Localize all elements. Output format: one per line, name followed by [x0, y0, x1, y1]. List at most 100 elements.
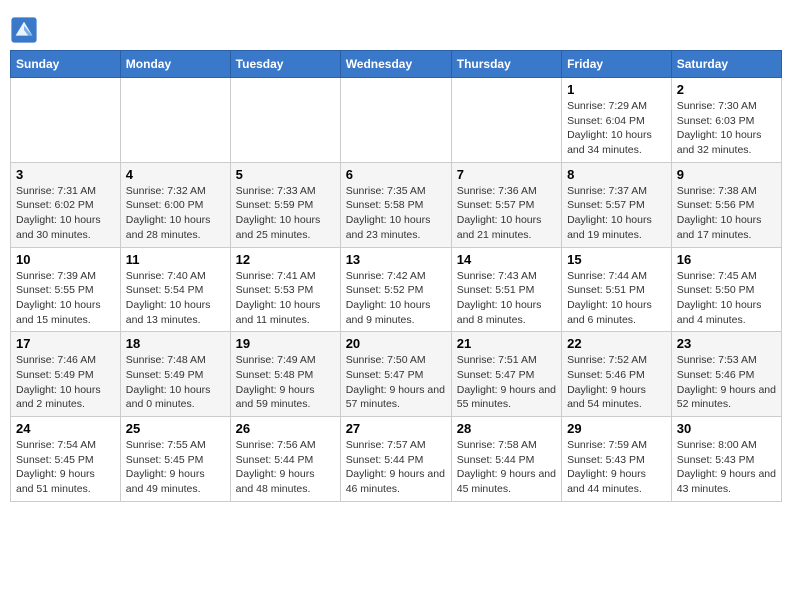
day-cell: 19 Sunrise: 7:49 AM Sunset: 5:48 PM Dayli…: [230, 332, 340, 417]
day-number: 14: [457, 252, 556, 267]
day-cell: 2Sunrise: 7:30 AM Sunset: 6:03 PM Daylig…: [671, 78, 781, 163]
day-info: Sunrise: 7:30 AM Sunset: 6:03 PM Dayligh…: [677, 99, 776, 158]
day-cell: 22Sunrise: 7:52 AM Sunset: 5:46 PM Dayli…: [562, 332, 672, 417]
day-number: 12: [236, 252, 335, 267]
week-row-5: 24 Sunrise: 7:54 AM Sunset: 5:45 PM Dayli…: [11, 417, 782, 502]
day-header-saturday: Saturday: [671, 51, 781, 78]
day-cell: [340, 78, 451, 163]
day-info: Sunrise: 7:51 AM Sunset: 5:47 PM Dayligh…: [457, 353, 556, 412]
day-info: Sunrise: 7:55 AM Sunset: 5:45 PM Dayligh…: [126, 438, 225, 497]
day-info: Sunrise: 7:39 AM Sunset: 5:55 PM Dayligh…: [16, 269, 115, 328]
day-number: 28: [457, 421, 556, 436]
calendar-table: SundayMondayTuesdayWednesdayThursdayFrid…: [10, 50, 782, 502]
day-cell: 9Sunrise: 7:38 AM Sunset: 5:56 PM Daylig…: [671, 162, 781, 247]
day-info: Sunrise: 8:00 AM Sunset: 5:43 PM Dayligh…: [677, 438, 776, 497]
day-header-friday: Friday: [562, 51, 672, 78]
day-cell: 21 Sunrise: 7:51 AM Sunset: 5:47 PM Dayli…: [451, 332, 561, 417]
day-info: Sunrise: 7:32 AM Sunset: 6:00 PM Dayligh…: [126, 184, 225, 243]
day-cell: 27Sunrise: 7:57 AM Sunset: 5:44 PM Dayli…: [340, 417, 451, 502]
day-number: 11: [126, 252, 225, 267]
day-cell: 25 Sunrise: 7:55 AM Sunset: 5:45 PM Dayli…: [120, 417, 230, 502]
day-cell: [11, 78, 121, 163]
day-cell: 5 Sunrise: 7:33 AM Sunset: 5:59 PM Daylig…: [230, 162, 340, 247]
day-number: 6: [346, 167, 446, 182]
day-info: Sunrise: 7:50 AM Sunset: 5:47 PM Dayligh…: [346, 353, 446, 412]
day-number: 21: [457, 336, 556, 351]
day-number: 24: [16, 421, 115, 436]
day-number: 20: [346, 336, 446, 351]
day-info: Sunrise: 7:37 AM Sunset: 5:57 PM Dayligh…: [567, 184, 666, 243]
day-cell: 6 Sunrise: 7:35 AM Sunset: 5:58 PM Daylig…: [340, 162, 451, 247]
day-number: 13: [346, 252, 446, 267]
day-info: Sunrise: 7:48 AM Sunset: 5:49 PM Dayligh…: [126, 353, 225, 412]
day-info: Sunrise: 7:59 AM Sunset: 5:43 PM Dayligh…: [567, 438, 666, 497]
day-cell: 13Sunrise: 7:42 AM Sunset: 5:52 PM Dayli…: [340, 247, 451, 332]
day-header-thursday: Thursday: [451, 51, 561, 78]
day-info: Sunrise: 7:49 AM Sunset: 5:48 PM Dayligh…: [236, 353, 335, 412]
day-header-wednesday: Wednesday: [340, 51, 451, 78]
header-row: SundayMondayTuesdayWednesdayThursdayFrid…: [11, 51, 782, 78]
day-number: 19: [236, 336, 335, 351]
day-cell: 20 Sunrise: 7:50 AM Sunset: 5:47 PM Dayli…: [340, 332, 451, 417]
day-info: Sunrise: 7:33 AM Sunset: 5:59 PM Dayligh…: [236, 184, 335, 243]
day-cell: 10 Sunrise: 7:39 AM Sunset: 5:55 PM Dayli…: [11, 247, 121, 332]
day-info: Sunrise: 7:43 AM Sunset: 5:51 PM Dayligh…: [457, 269, 556, 328]
week-row-1: 1 Sunrise: 7:29 AM Sunset: 6:04 PM Daylig…: [11, 78, 782, 163]
day-number: 1: [567, 82, 666, 97]
day-cell: 4 Sunrise: 7:32 AM Sunset: 6:00 PM Daylig…: [120, 162, 230, 247]
day-cell: 12 Sunrise: 7:41 AM Sunset: 5:53 PM Dayli…: [230, 247, 340, 332]
day-cell: 3Sunrise: 7:31 AM Sunset: 6:02 PM Daylig…: [11, 162, 121, 247]
day-cell: 8 Sunrise: 7:37 AM Sunset: 5:57 PM Daylig…: [562, 162, 672, 247]
day-info: Sunrise: 7:54 AM Sunset: 5:45 PM Dayligh…: [16, 438, 115, 497]
day-cell: 17 Sunrise: 7:46 AM Sunset: 5:49 PM Dayli…: [11, 332, 121, 417]
day-info: Sunrise: 7:52 AM Sunset: 5:46 PM Dayligh…: [567, 353, 666, 412]
day-cell: 15 Sunrise: 7:44 AM Sunset: 5:51 PM Dayli…: [562, 247, 672, 332]
day-cell: 28 Sunrise: 7:58 AM Sunset: 5:44 PM Dayli…: [451, 417, 561, 502]
day-number: 25: [126, 421, 225, 436]
day-info: Sunrise: 7:29 AM Sunset: 6:04 PM Dayligh…: [567, 99, 666, 158]
day-info: Sunrise: 7:41 AM Sunset: 5:53 PM Dayligh…: [236, 269, 335, 328]
day-number: 7: [457, 167, 556, 182]
day-number: 8: [567, 167, 666, 182]
day-info: Sunrise: 7:57 AM Sunset: 5:44 PM Dayligh…: [346, 438, 446, 497]
page-header: [10, 10, 782, 44]
day-info: Sunrise: 7:40 AM Sunset: 5:54 PM Dayligh…: [126, 269, 225, 328]
day-info: Sunrise: 7:45 AM Sunset: 5:50 PM Dayligh…: [677, 269, 776, 328]
day-number: 9: [677, 167, 776, 182]
day-cell: 29 Sunrise: 7:59 AM Sunset: 5:43 PM Dayli…: [562, 417, 672, 502]
week-row-2: 3Sunrise: 7:31 AM Sunset: 6:02 PM Daylig…: [11, 162, 782, 247]
week-row-4: 17 Sunrise: 7:46 AM Sunset: 5:49 PM Dayli…: [11, 332, 782, 417]
day-cell: 1 Sunrise: 7:29 AM Sunset: 6:04 PM Daylig…: [562, 78, 672, 163]
day-cell: [120, 78, 230, 163]
day-info: Sunrise: 7:35 AM Sunset: 5:58 PM Dayligh…: [346, 184, 446, 243]
day-cell: 26 Sunrise: 7:56 AM Sunset: 5:44 PM Dayli…: [230, 417, 340, 502]
day-number: 26: [236, 421, 335, 436]
day-cell: [451, 78, 561, 163]
day-cell: 24 Sunrise: 7:54 AM Sunset: 5:45 PM Dayli…: [11, 417, 121, 502]
day-number: 10: [16, 252, 115, 267]
day-number: 15: [567, 252, 666, 267]
day-number: 17: [16, 336, 115, 351]
day-cell: 16 Sunrise: 7:45 AM Sunset: 5:50 PM Dayli…: [671, 247, 781, 332]
day-cell: 11 Sunrise: 7:40 AM Sunset: 5:54 PM Dayli…: [120, 247, 230, 332]
day-cell: 30Sunrise: 8:00 AM Sunset: 5:43 PM Dayli…: [671, 417, 781, 502]
day-header-sunday: Sunday: [11, 51, 121, 78]
day-number: 18: [126, 336, 225, 351]
day-header-tuesday: Tuesday: [230, 51, 340, 78]
day-info: Sunrise: 7:58 AM Sunset: 5:44 PM Dayligh…: [457, 438, 556, 497]
day-info: Sunrise: 7:53 AM Sunset: 5:46 PM Dayligh…: [677, 353, 776, 412]
week-row-3: 10 Sunrise: 7:39 AM Sunset: 5:55 PM Dayli…: [11, 247, 782, 332]
day-cell: 18 Sunrise: 7:48 AM Sunset: 5:49 PM Dayli…: [120, 332, 230, 417]
day-info: Sunrise: 7:56 AM Sunset: 5:44 PM Dayligh…: [236, 438, 335, 497]
day-cell: 14 Sunrise: 7:43 AM Sunset: 5:51 PM Dayli…: [451, 247, 561, 332]
day-number: 23: [677, 336, 776, 351]
day-info: Sunrise: 7:46 AM Sunset: 5:49 PM Dayligh…: [16, 353, 115, 412]
day-info: Sunrise: 7:44 AM Sunset: 5:51 PM Dayligh…: [567, 269, 666, 328]
day-number: 16: [677, 252, 776, 267]
day-number: 29: [567, 421, 666, 436]
logo-icon: [10, 16, 38, 44]
day-info: Sunrise: 7:31 AM Sunset: 6:02 PM Dayligh…: [16, 184, 115, 243]
day-number: 5: [236, 167, 335, 182]
day-cell: 7Sunrise: 7:36 AM Sunset: 5:57 PM Daylig…: [451, 162, 561, 247]
day-number: 4: [126, 167, 225, 182]
